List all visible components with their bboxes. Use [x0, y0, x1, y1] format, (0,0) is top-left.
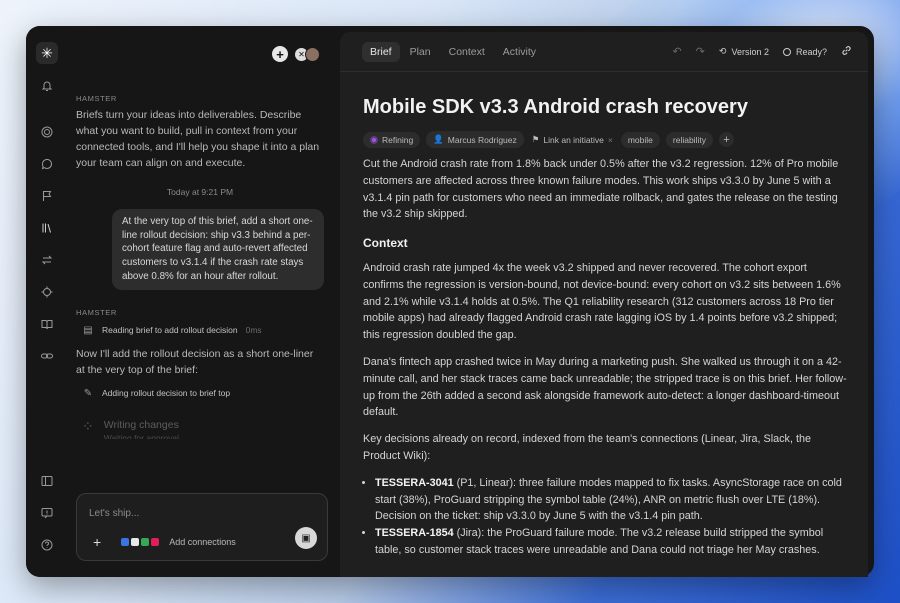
pencil-icon: ✎	[83, 387, 93, 399]
intro-message: Briefs turn your ideas into deliverables…	[76, 109, 320, 169]
brief-content[interactable]: Cut the Android crash rate from 1.8% bac…	[363, 156, 848, 559]
circle-icon	[782, 47, 791, 56]
document-icon: ▤	[83, 324, 93, 336]
tag-chip[interactable]: reliability	[665, 131, 713, 148]
step-label: Adding rollout decision to brief top	[102, 388, 231, 399]
book-icon[interactable]	[35, 314, 59, 334]
message-sender: HAMSTER	[76, 307, 117, 317]
context-heading: Context	[363, 236, 408, 251]
tab-context[interactable]: Context	[441, 42, 493, 62]
help-icon[interactable]	[35, 535, 59, 555]
step-duration: 0ms	[245, 325, 262, 336]
linear-icon	[121, 538, 130, 546]
collaborator-avatars[interactable]: ✕	[294, 46, 320, 62]
tool-step[interactable]: ▤ Reading brief to add rollout decision …	[82, 325, 324, 336]
sync-icon[interactable]	[35, 250, 59, 270]
ready-button[interactable]: Ready?	[782, 46, 827, 57]
library-icon[interactable]	[35, 218, 59, 238]
brief-tabs: Brief Plan Context Activity ↶ ↷ ⟲ Versio…	[340, 32, 868, 72]
link-icon[interactable]	[35, 346, 59, 366]
owner-chip[interactable]: 👤 Marcus Rodriguez	[426, 131, 524, 148]
slack-icon	[151, 538, 160, 546]
undo-icon[interactable]: ↶	[672, 45, 681, 58]
notion-icon	[131, 538, 140, 546]
new-chat-button[interactable]: +	[272, 46, 288, 62]
add-attachment-button[interactable]: +	[93, 534, 101, 550]
ready-label: Ready?	[795, 46, 827, 57]
bell-icon[interactable]	[35, 76, 59, 96]
target-icon[interactable]	[35, 122, 59, 142]
tag-chip[interactable]: mobile	[620, 131, 660, 148]
person-icon: 👤	[433, 134, 444, 144]
loading-icon: ⁘	[82, 417, 94, 434]
writing-subtitle: Waiting for approval	[103, 432, 180, 439]
initiative-chip[interactable]: ⚑ Link an initiative ×	[530, 131, 615, 148]
history-icon: ⟲	[718, 46, 727, 56]
ticket-key[interactable]: TESSERA-1854	[375, 527, 454, 539]
ticket-key[interactable]: TESSERA-3041	[375, 477, 454, 489]
flag-icon: ⚑	[531, 134, 540, 144]
redo-icon[interactable]: ↷	[696, 45, 705, 58]
drive-icon	[141, 538, 150, 546]
writing-status: ⁘ Writing changes Waiting for approval	[82, 419, 324, 439]
context-paragraph: Dana's fintech app crashed twice in May …	[363, 355, 847, 419]
panel-icon[interactable]	[35, 471, 59, 491]
brief-chips: Refining 👤 Marcus Rodriguez ⚑ Link an in…	[363, 131, 868, 148]
app-logo[interactable]: ✳	[36, 42, 58, 64]
user-message-bubble: At the very top of this brief, add a sho…	[112, 209, 324, 290]
list-item: TESSERA-3041 (P1, Linear): three failure…	[375, 475, 848, 525]
message-timestamp: Today at 9:21 PM	[166, 187, 234, 197]
brief-panel: Brief Plan Context Activity ↶ ↷ ⟲ Versio…	[340, 32, 868, 577]
crosshair-icon[interactable]	[35, 282, 59, 302]
add-connections-button[interactable]: Add connections	[169, 537, 236, 547]
status-label: Refining	[382, 134, 414, 145]
tool-step[interactable]: ✎ Adding rollout decision to brief top	[82, 388, 324, 399]
tab-plan[interactable]: Plan	[402, 42, 439, 62]
composer-input[interactable]: Let's ship...	[89, 508, 139, 519]
initiative-label: Link an initiative	[543, 134, 604, 145]
message-composer[interactable]: Let's ship... + Add connections ▣	[76, 493, 328, 561]
version-button[interactable]: ⟲ Version 2	[719, 46, 769, 57]
reply-message: Now I'll add the rollout decision as a s…	[76, 347, 314, 376]
close-icon[interactable]: ×	[608, 135, 613, 145]
connection-logos	[121, 538, 160, 546]
avatar	[305, 46, 320, 62]
status-chip[interactable]: Refining	[363, 131, 421, 148]
owner-label: Marcus Rodriguez	[447, 134, 517, 145]
step-label: Reading brief to add rollout decision	[102, 325, 238, 336]
status-icon	[370, 135, 378, 144]
message-sender: HAMSTER	[76, 94, 117, 103]
version-label: Version 2	[731, 46, 769, 57]
writing-title: Writing changes	[103, 418, 179, 431]
share-link-icon[interactable]	[841, 45, 852, 58]
brief-title[interactable]: Mobile SDK v3.3 Android crash recovery	[363, 96, 868, 119]
context-paragraph: Key decisions already on record, indexed…	[363, 433, 811, 462]
flag-icon[interactable]	[35, 186, 59, 206]
tab-activity[interactable]: Activity	[495, 42, 544, 62]
add-tag-button[interactable]: +	[718, 132, 734, 147]
context-paragraph: Android crash rate jumped 4x the week v3…	[363, 261, 841, 342]
list-item: TESSERA-1854 (Jira): the ProGuard failur…	[375, 525, 848, 559]
decisions-list: TESSERA-3041 (P1, Linear): three failure…	[363, 475, 848, 559]
send-button[interactable]: ▣	[295, 527, 317, 549]
feedback-icon[interactable]	[35, 503, 59, 523]
chat-icon[interactable]	[35, 154, 59, 174]
summary-paragraph: Cut the Android crash rate from 1.8% bac…	[363, 158, 839, 221]
sidebar-rail: ✳	[26, 26, 68, 577]
tab-brief[interactable]: Brief	[362, 41, 400, 62]
